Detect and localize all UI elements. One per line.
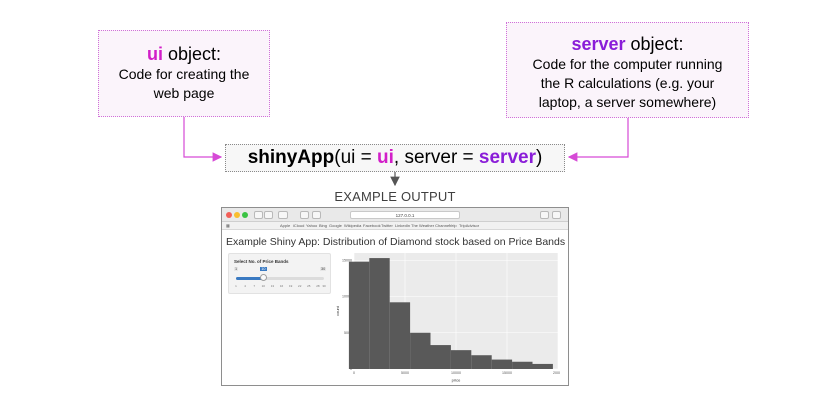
slider-tick-label: 4 xyxy=(244,284,246,288)
histogram-bar xyxy=(369,258,390,369)
browser-toolbar: 127.0.0.1 xyxy=(222,208,568,222)
x-tick-label: 0 xyxy=(353,371,355,375)
slider-min-label: 1 xyxy=(234,267,239,271)
maximize-window-icon[interactable] xyxy=(242,212,248,218)
bookmarks-grid-icon[interactable]: ▦ xyxy=(226,222,230,230)
tabs-icon[interactable] xyxy=(552,211,561,219)
call-open: (ui = xyxy=(334,147,378,168)
shinyapp-call: shinyApp(ui = ui, server = server) xyxy=(225,144,565,172)
server-box-line-2: the R calculations (e.g. your xyxy=(540,75,715,91)
histogram-bar xyxy=(450,350,472,369)
call-server-arg: server xyxy=(478,147,536,168)
slider-handle[interactable] xyxy=(259,274,267,281)
call-ui-arg: ui xyxy=(377,147,394,168)
bookmark-twitter[interactable]: Twitter xyxy=(381,222,393,230)
back-button[interactable] xyxy=(254,211,263,219)
shinyapp-function: shinyApp xyxy=(247,147,335,168)
forward-button[interactable] xyxy=(264,211,273,219)
slider-tick-label: 13 xyxy=(270,284,275,288)
x-axis-label: price xyxy=(452,378,461,383)
server-to-call-arrow xyxy=(567,118,629,162)
bookmark-apple[interactable]: Apple xyxy=(280,222,290,230)
slider-tick-label: 25 xyxy=(307,284,311,288)
x-tick-label: 5000 xyxy=(401,371,409,375)
app-title: Example Shiny App: Distribution of Diamo… xyxy=(226,236,566,248)
histogram-bar xyxy=(491,359,513,369)
call-close: ) xyxy=(535,147,543,168)
histogram-bar xyxy=(348,261,370,369)
slider-label: Select No. of Price Bands xyxy=(234,259,289,264)
x-tick-label: 10000 xyxy=(451,371,461,375)
bookmarks-bar: ▦ Apple iCloud Yahoo Bing Google Wikiped… xyxy=(222,222,568,230)
server-title-rest: object: xyxy=(625,34,684,54)
url-bar[interactable]: 127.0.0.1 xyxy=(350,211,460,219)
sidebar-panel: Select No. of Price Bands 1 30 10 1 4 7 10 1… xyxy=(228,253,331,294)
close-window-icon[interactable] xyxy=(226,212,232,218)
example-output-label: EXAMPLE OUTPUT xyxy=(334,189,456,204)
slider-max-label: 30 xyxy=(320,267,327,271)
example-browser-window: 127.0.0.1 ▦ Apple iCloud Yahoo Bing Goog… xyxy=(221,207,569,386)
slider-value-label: 10 xyxy=(260,267,267,271)
price-histogram: 05000100001500005000100001500020000price… xyxy=(335,253,560,383)
bookmark-linkedin[interactable]: LinkedIn xyxy=(395,222,410,230)
x-tick-label: 15000 xyxy=(502,371,512,375)
ui-keyword: ui xyxy=(146,44,163,64)
bookmark-weather-channel[interactable]: The Weather Channel xyxy=(411,222,450,230)
ui-box-line-1: Code for creating the xyxy=(118,66,250,82)
y-axis-label: count xyxy=(335,305,340,316)
slider-tick-label: 22 xyxy=(298,284,302,288)
reader-icon[interactable] xyxy=(312,211,321,219)
bookmark-icloud[interactable]: iCloud xyxy=(293,222,304,230)
bookmark-facebook[interactable]: Facebook xyxy=(363,222,381,230)
price-bands-slider[interactable] xyxy=(236,277,324,280)
slider-tick-label: 16 xyxy=(279,284,284,288)
share-icon[interactable] xyxy=(540,211,549,219)
histogram-bar xyxy=(389,302,411,369)
server-box-line-1: Code for the computer running xyxy=(532,56,723,72)
ui-box-line-2: web page xyxy=(153,85,215,101)
sidebar-toggle-button[interactable] xyxy=(278,211,288,219)
ui-object-box: ui object: Code for creating the web pag… xyxy=(98,30,270,117)
server-box-line-3: laptop, a server somewhere) xyxy=(538,94,717,110)
histogram-bar xyxy=(471,355,492,369)
bookmark-tripadvisor[interactable]: TripAdvisor xyxy=(459,222,479,230)
slider-tick-label: 7 xyxy=(253,284,256,288)
slider-tick-label: 30 xyxy=(322,284,326,288)
bookmark-bing[interactable]: Bing xyxy=(319,222,327,230)
slider-tick-label: 1 xyxy=(235,284,237,288)
bookmark-google[interactable]: Google xyxy=(329,222,342,230)
ui-to-call-arrow xyxy=(183,117,223,162)
slider-ticks: 1 4 7 10 13 16 19 22 25 28 30 xyxy=(235,284,326,290)
server-box-title: server object: xyxy=(507,34,748,55)
histogram-bar xyxy=(430,345,451,369)
x-tick-label: 20000 xyxy=(553,371,560,375)
shield-icon[interactable] xyxy=(300,211,309,219)
ui-title-rest: object: xyxy=(162,44,222,64)
ui-box-title: ui object: xyxy=(99,44,269,65)
minimize-window-icon[interactable] xyxy=(234,212,240,218)
bookmark-yahoo[interactable]: Yahoo xyxy=(306,222,317,230)
call-mid: , server = xyxy=(393,147,479,168)
server-object-box: server object: Code for the computer run… xyxy=(506,22,749,118)
histogram-bar xyxy=(512,361,533,369)
slider-tick-label: 10 xyxy=(261,284,265,288)
histogram-bar xyxy=(532,363,553,369)
slider-tick-label: 28 xyxy=(316,284,320,288)
bookmark-wikipedia[interactable]: Wikipedia xyxy=(344,222,361,230)
histogram-bar xyxy=(410,332,431,369)
bookmark-yelp[interactable]: Yelp xyxy=(449,222,457,230)
server-keyword: server xyxy=(571,34,626,54)
slider-tick-label: 19 xyxy=(288,284,293,288)
